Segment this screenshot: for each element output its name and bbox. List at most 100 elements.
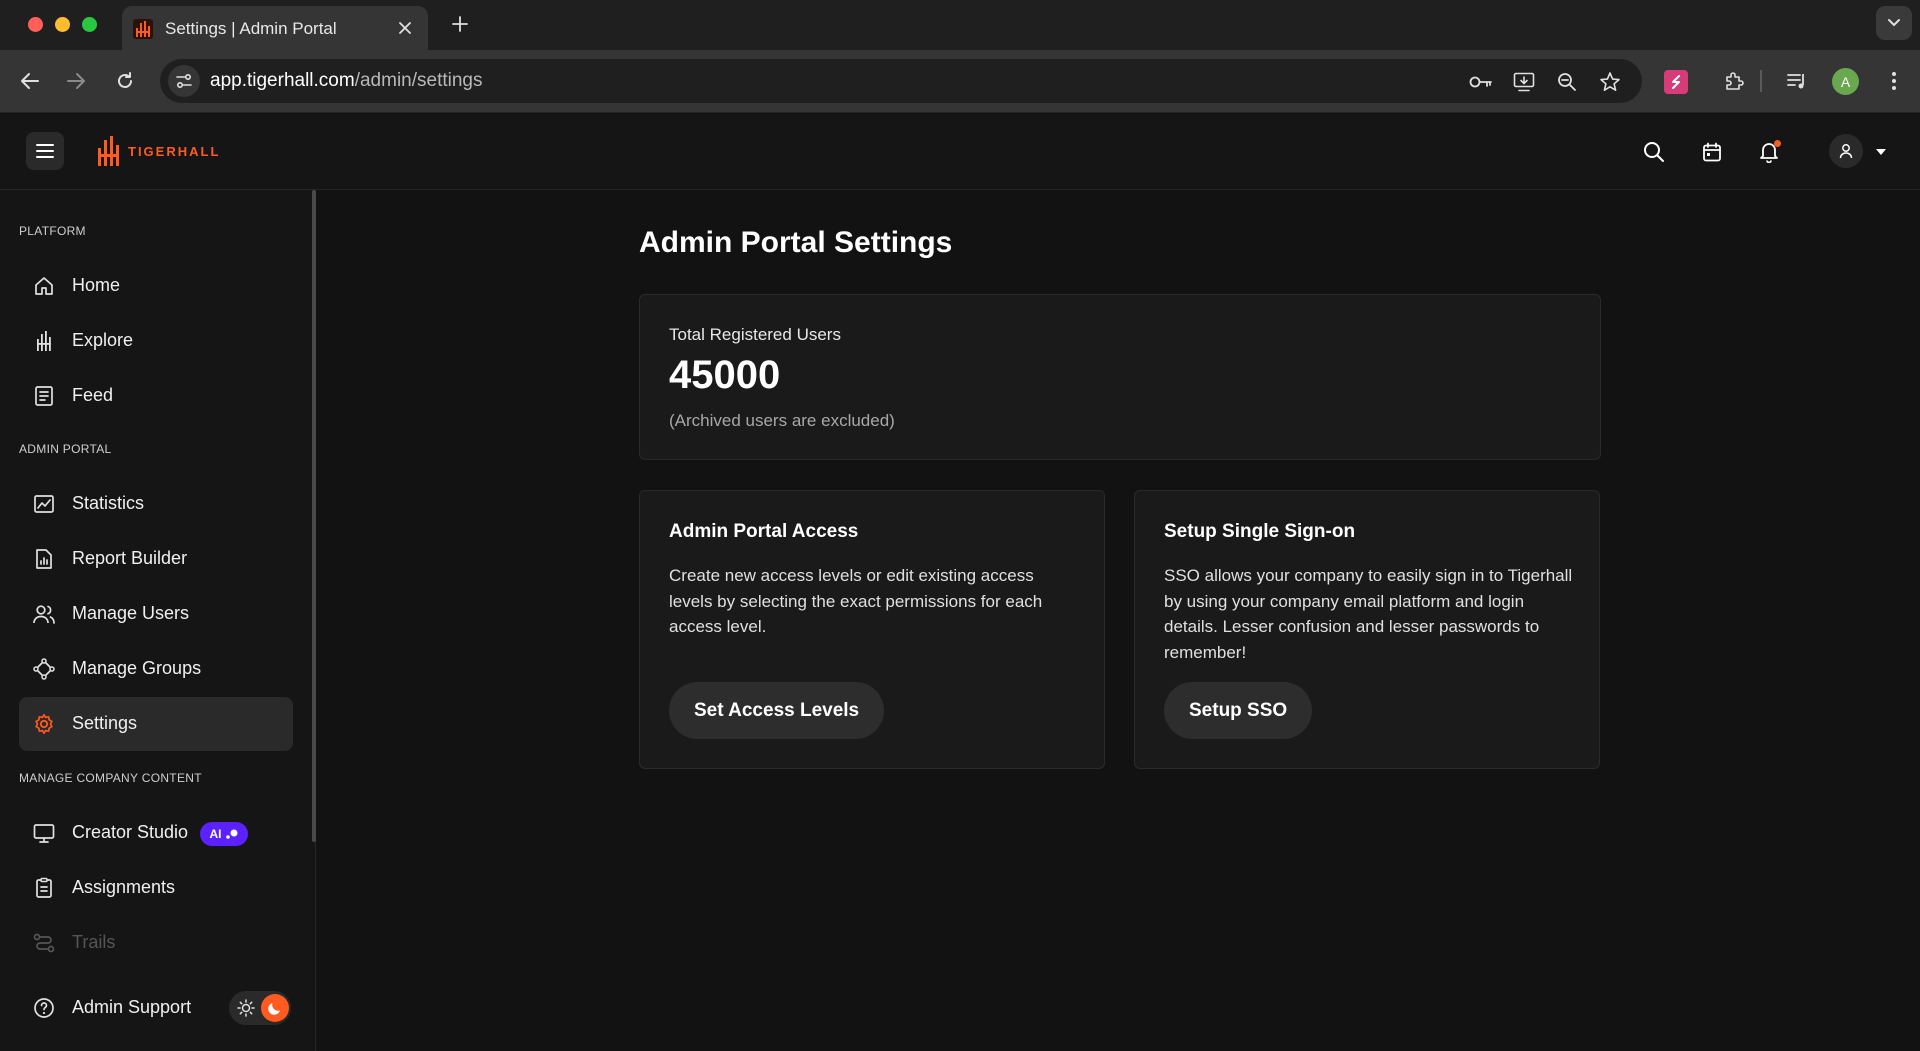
card-description: Create new access levels or edit existin… — [669, 566, 1043, 636]
sidebar-item-label: Creator Studio — [72, 822, 189, 842]
sidebar-item-settings[interactable]: Settings — [19, 697, 293, 751]
stat-note: (Archived users are excluded) — [669, 411, 895, 430]
tigerhall-logo[interactable]: TIGERHALL — [98, 136, 220, 166]
feed-icon — [32, 384, 56, 408]
address-bar[interactable]: app.tigerhall.com/admin/settings — [160, 59, 1642, 103]
window-minimize-button[interactable] — [55, 17, 70, 32]
tab-title: Settings | Admin Portal — [165, 19, 337, 38]
section-label-manage-company-content: MANAGE COMPANY CONTENT — [19, 771, 202, 785]
notification-dot — [1774, 140, 1781, 147]
window-zoom-button[interactable] — [82, 17, 97, 32]
sidebar: PLATFORM Home Explore Feed ADMIN PORTAL … — [0, 190, 316, 1051]
sidebar-item-label: Settings — [72, 713, 138, 733]
sidebar-item-explore[interactable]: Explore — [19, 314, 293, 368]
extensions-puzzle-icon[interactable] — [1721, 67, 1749, 95]
sparkle-icon — [225, 829, 237, 839]
new-tab-icon[interactable] — [448, 12, 472, 36]
notification-bell-icon[interactable] — [1756, 139, 1782, 165]
url-text: app.tigerhall.com/admin/settings — [210, 70, 483, 92]
ai-badge-label: AI — [209, 827, 222, 841]
sidebar-item-label: Statistics — [72, 493, 145, 513]
browser-tab-active[interactable]: Settings | Admin Portal — [122, 6, 428, 50]
tigerhall-mark-icon — [32, 329, 56, 353]
admin-portal-access-card: Admin Portal Access Create new access le… — [639, 490, 1105, 769]
users-icon — [32, 602, 56, 626]
sidebar-item-label: Manage Users — [72, 603, 190, 623]
app-header: TIGERHALL — [0, 114, 1920, 190]
clipboard-icon — [32, 876, 56, 900]
ai-badge: AI — [200, 822, 248, 846]
sidebar-item-trails[interactable]: Trails — [19, 916, 293, 970]
monitor-icon — [32, 821, 56, 845]
card-title: Admin Portal Access — [669, 521, 859, 542]
sidebar-item-label: Trails — [72, 932, 116, 952]
tab-search-icon[interactable] — [1876, 6, 1912, 40]
moon-icon[interactable] — [261, 994, 289, 1022]
window-close-button[interactable] — [28, 17, 43, 32]
gear-icon — [32, 712, 56, 736]
pink-extension-icon[interactable] — [1664, 70, 1688, 94]
back-arrow-icon[interactable] — [15, 66, 45, 96]
reload-icon[interactable] — [110, 66, 140, 96]
hamburger-menu-icon[interactable] — [26, 132, 64, 170]
groups-icon — [32, 657, 56, 681]
sun-icon[interactable] — [235, 997, 257, 1019]
card-title: Setup Single Sign-on — [1164, 521, 1356, 542]
password-key-icon[interactable] — [1468, 69, 1494, 95]
report-icon — [32, 547, 56, 571]
tigerhall-favicon-icon — [133, 19, 153, 39]
total-users-card: Total Registered Users 45000 (Archived u… — [639, 294, 1601, 460]
site-settings-icon[interactable] — [168, 65, 200, 97]
stat-value: 45000 — [669, 353, 781, 397]
media-controls-icon[interactable] — [1783, 67, 1811, 95]
sidebar-item-label: Manage Groups — [72, 658, 202, 678]
home-icon — [32, 274, 56, 298]
sidebar-item-assignments[interactable]: Assignments — [19, 861, 293, 915]
sidebar-item-label: Report Builder — [72, 548, 188, 568]
user-avatar[interactable] — [1829, 134, 1863, 168]
url-path: /admin/settings — [354, 70, 483, 91]
user-icon — [1839, 144, 1853, 159]
calendar-icon[interactable] — [1699, 139, 1725, 165]
browser-menu-icon[interactable] — [1880, 67, 1908, 95]
card-description: SSO allows your company to easily sign i… — [1164, 566, 1573, 662]
search-icon[interactable] — [1641, 139, 1667, 165]
section-label-platform: PLATFORM — [19, 224, 86, 238]
page-title: Admin Portal Settings — [639, 226, 953, 259]
help-icon — [32, 996, 56, 1020]
setup-sso-button[interactable]: Setup SSO — [1164, 682, 1313, 739]
browser-tab-strip: Settings | Admin Portal — [0, 0, 1920, 50]
chart-icon — [32, 492, 56, 516]
url-host: app.tigerhall.com — [210, 70, 355, 91]
sidebar-item-manage-users[interactable]: Manage Users — [19, 587, 293, 641]
theme-toggle[interactable] — [229, 991, 291, 1025]
setup-sso-card: Setup Single Sign-on SSO allows your com… — [1134, 490, 1600, 769]
sidebar-item-manage-groups[interactable]: Manage Groups — [19, 642, 293, 696]
set-access-levels-button[interactable]: Set Access Levels — [669, 682, 885, 739]
bookmark-star-icon[interactable] — [1597, 69, 1623, 95]
sidebar-item-label: Admin Support — [72, 997, 192, 1017]
browser-toolbar: app.tigerhall.com/admin/settings — [0, 50, 1920, 113]
logo-wordmark: TIGERHALL — [128, 143, 221, 159]
sidebar-item-label: Home — [72, 275, 121, 295]
sidebar-item-statistics[interactable]: Statistics — [19, 477, 293, 531]
forward-arrow-icon[interactable] — [61, 66, 91, 96]
zoom-icon[interactable] — [1554, 69, 1580, 95]
sidebar-item-home[interactable]: Home — [19, 259, 293, 313]
sidebar-item-label: Explore — [72, 330, 134, 350]
stat-label: Total Registered Users — [669, 325, 841, 344]
section-label-admin-portal: ADMIN PORTAL — [19, 442, 112, 456]
sidebar-item-label: Assignments — [72, 877, 176, 897]
tigerhall-logo-icon — [98, 136, 119, 166]
sidebar-item-label: Feed — [72, 385, 114, 405]
sidebar-scrollbar[interactable] — [312, 190, 316, 842]
install-app-icon[interactable] — [1511, 69, 1537, 95]
trail-icon — [32, 931, 56, 955]
browser-profile-avatar[interactable]: A — [1832, 68, 1859, 95]
sidebar-item-creator-studio[interactable]: Creator Studio AI — [19, 806, 293, 860]
chevron-down-icon[interactable] — [1873, 144, 1889, 160]
sidebar-item-feed[interactable]: Feed — [19, 369, 293, 423]
sidebar-item-report-builder[interactable]: Report Builder — [19, 532, 293, 586]
toolbar-divider — [1760, 70, 1762, 92]
tab-close-icon[interactable] — [394, 17, 416, 39]
